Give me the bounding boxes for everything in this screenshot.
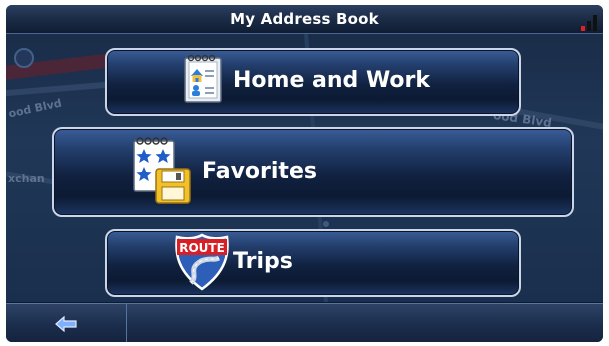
page-title: My Address Book bbox=[230, 10, 379, 28]
favorites-icon bbox=[133, 137, 191, 204]
trips-label: Trips bbox=[233, 249, 293, 274]
home-and-work-label: Home and Work bbox=[233, 68, 431, 93]
trips-button[interactable]: ROUTE Trips bbox=[105, 229, 521, 297]
favorites-label: Favorites bbox=[202, 159, 317, 184]
route-sign-text: ROUTE bbox=[179, 241, 225, 255]
title-bar: My Address Book bbox=[6, 5, 603, 34]
back-arrow-icon bbox=[55, 316, 77, 332]
route-sign-icon: ROUTE bbox=[175, 233, 229, 291]
home-and-work-button[interactable]: Home and Work bbox=[105, 48, 521, 116]
address-book-icon bbox=[184, 54, 222, 103]
gps-signal-icon bbox=[581, 15, 597, 31]
bottom-bar bbox=[6, 303, 603, 342]
back-button[interactable] bbox=[6, 304, 127, 342]
device-frame: My Address Book ood Blvd ood Blvd xchan bbox=[0, 0, 609, 346]
favorites-button[interactable]: Favorites bbox=[52, 127, 574, 217]
map-label-exchange: xchan bbox=[8, 172, 45, 185]
screen: My Address Book ood Blvd ood Blvd xchan bbox=[6, 5, 603, 342]
